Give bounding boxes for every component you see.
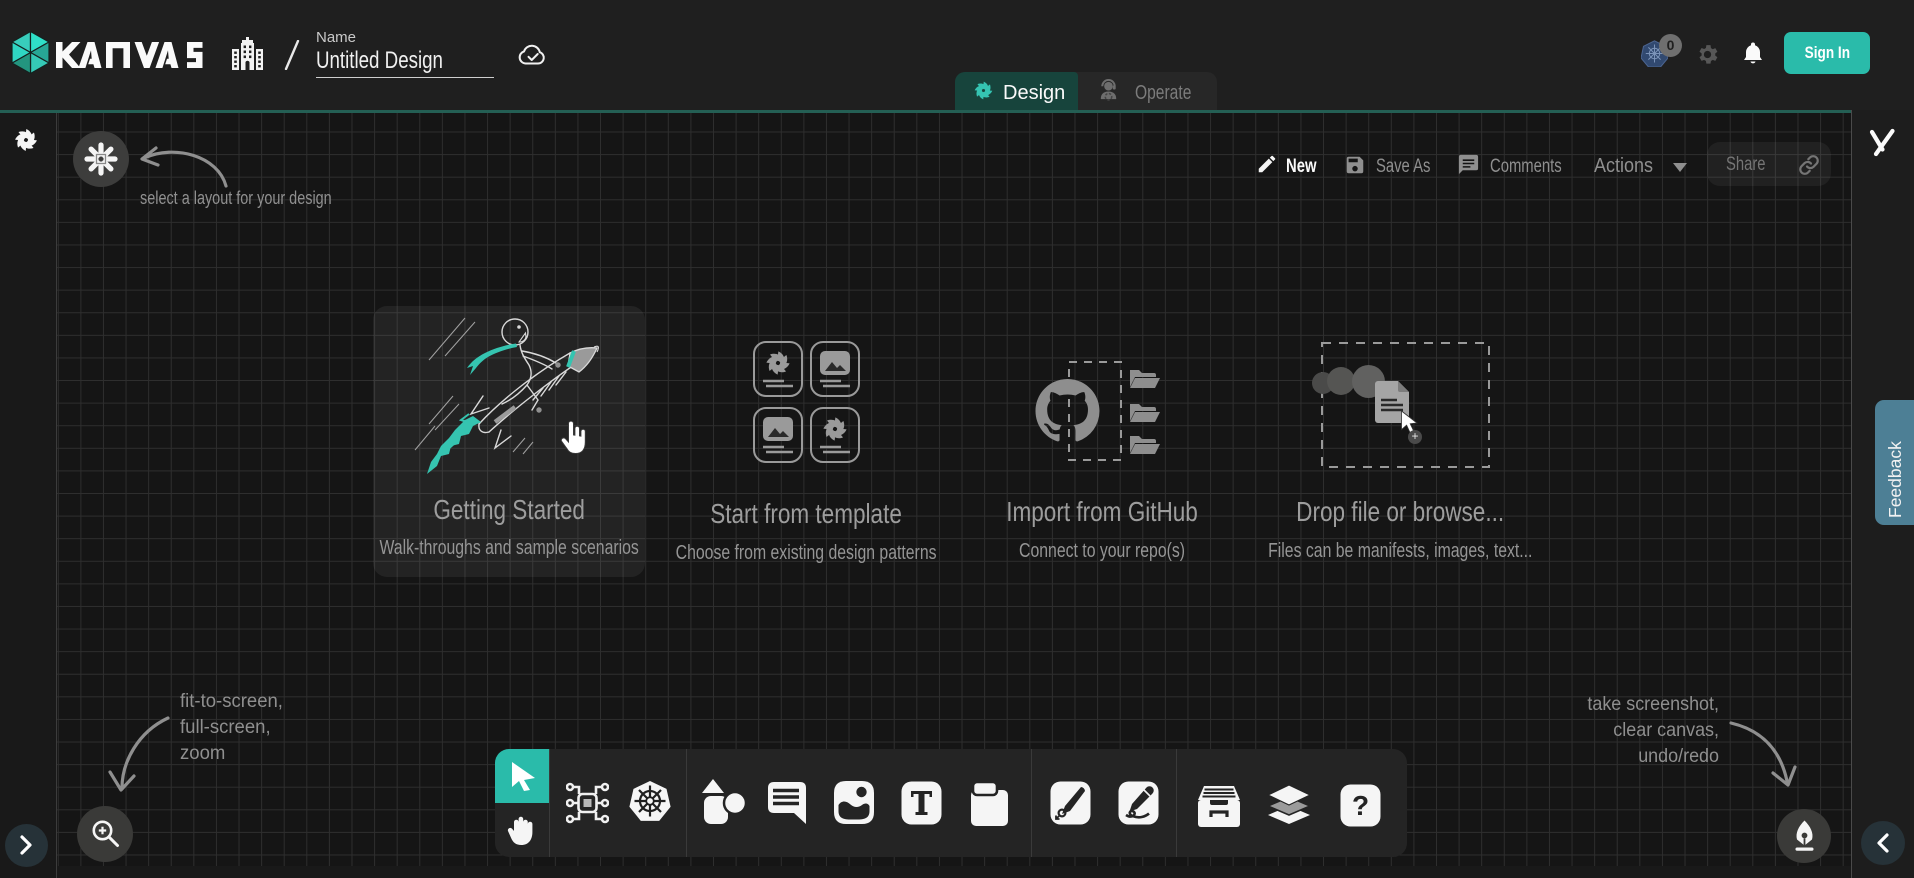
- svg-text:?: ?: [1352, 790, 1369, 821]
